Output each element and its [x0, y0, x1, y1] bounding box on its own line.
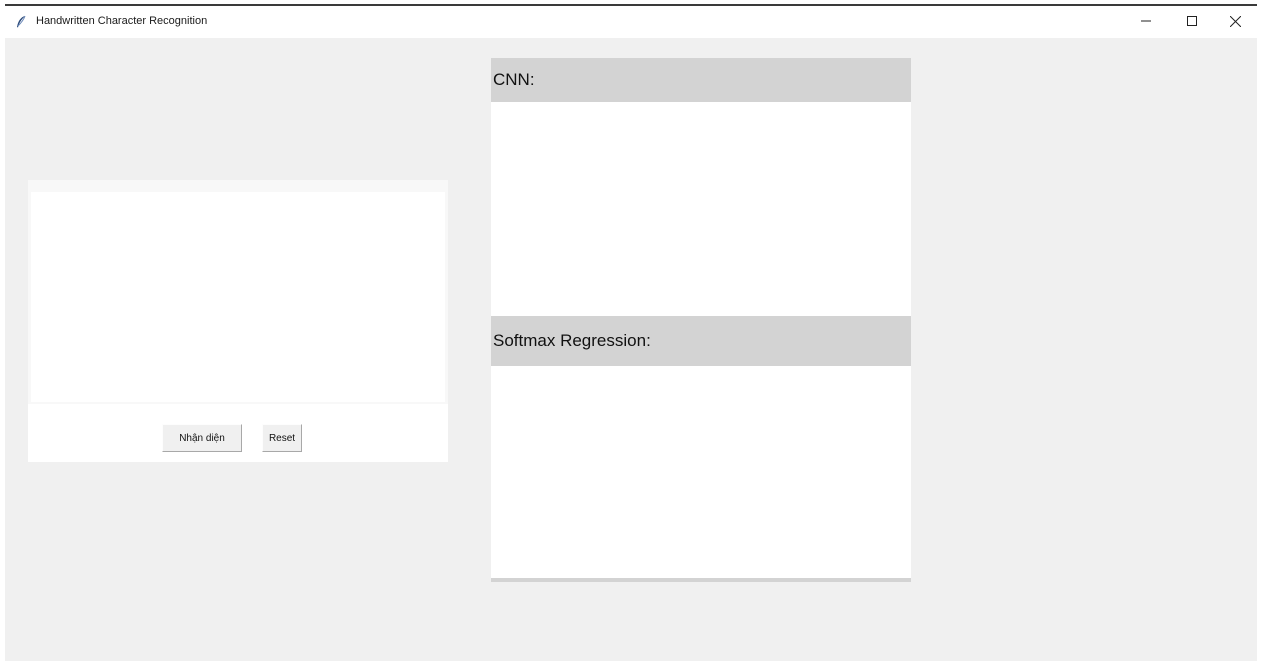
drawing-canvas[interactable]: [31, 192, 445, 402]
recognize-button[interactable]: Nhận diện: [162, 424, 242, 452]
window-title: Handwritten Character Recognition: [36, 15, 208, 27]
cnn-result-label: CNN:: [491, 58, 911, 102]
close-icon: [1229, 15, 1241, 27]
cnn-result-output: [491, 102, 911, 316]
title-bar[interactable]: Handwritten Character Recognition: [5, 6, 1257, 38]
reset-button[interactable]: Reset: [262, 424, 302, 452]
app-window: Handwritten Character Recognition Nhận d…: [5, 4, 1257, 661]
drawing-panel: Nhận diện Reset: [28, 180, 448, 462]
maximize-button[interactable]: [1169, 6, 1215, 36]
close-button[interactable]: [1212, 6, 1258, 36]
minimize-button[interactable]: [1123, 6, 1169, 36]
softmax-result-output: [491, 366, 911, 578]
feather-icon: [15, 15, 27, 29]
button-bar: Nhận diện Reset: [28, 404, 448, 462]
minimize-icon: [1141, 16, 1151, 26]
maximize-icon: [1187, 16, 1197, 26]
softmax-result-label: Softmax Regression:: [491, 316, 911, 366]
results-bottom-divider: [491, 578, 911, 582]
